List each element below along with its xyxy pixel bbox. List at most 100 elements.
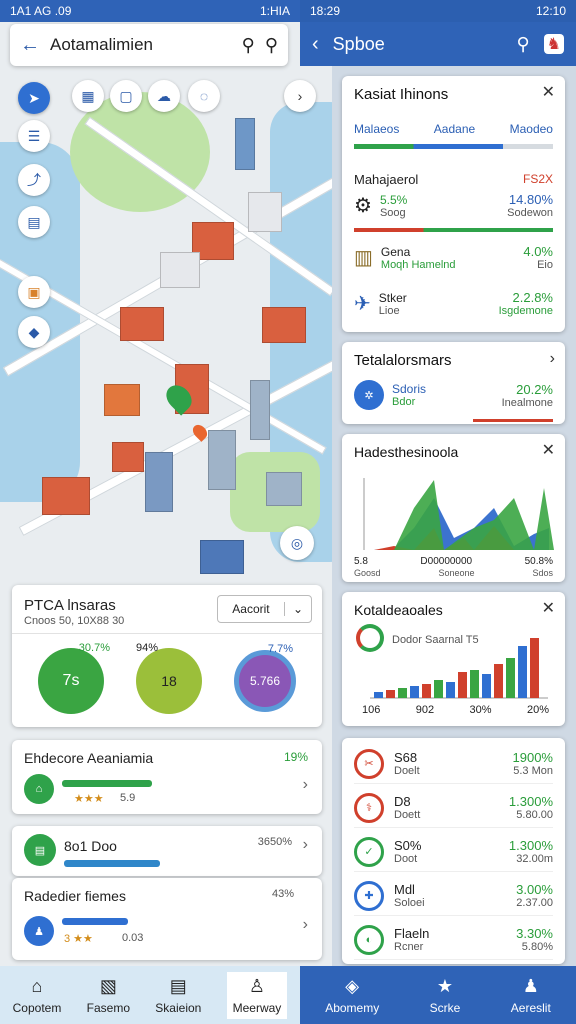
summary-card[interactable]: Tetalalorsmars › ✲ Sdoris Bdor 20.2% Ineal… [342, 342, 565, 424]
document-icon: ▤ [24, 834, 56, 866]
right-header-title: Spboe [332, 33, 385, 54]
metric-sub-value: 5.80.00 [516, 809, 553, 821]
close-icon[interactable]: ✕ [542, 598, 555, 618]
rating-number: 0.03 [122, 932, 144, 944]
list-item-title: 8o1 Doo [64, 838, 117, 854]
back-chevron-icon[interactable]: ‹ [312, 33, 319, 56]
x-label: 30% [469, 704, 492, 716]
route-icon[interactable]: ⤴ [18, 164, 50, 196]
gauge-1-label: 30.7% [78, 642, 110, 654]
calendar-icon[interactable]: ▦ [72, 80, 104, 112]
list-icon[interactable]: ☰ [18, 120, 50, 152]
status-time: 1A1 AG .09 [10, 4, 72, 18]
metric-value: 1.300% [508, 794, 553, 809]
nav-label: Skaieion [155, 1000, 202, 1015]
location-card[interactable]: PTCA lnsaras Cnoos 50, 10X88 30 Aacorit … [12, 585, 322, 727]
metric-row[interactable]: ⚕ D8 Doett 1.300% 5.80.00 [354, 788, 553, 828]
list-item-value: 43% [271, 888, 294, 900]
metric-value: 3.00% [516, 882, 553, 897]
x-sublabel: Sdos [532, 568, 553, 578]
tab-1[interactable]: Malaeos [354, 122, 399, 136]
close-icon[interactable]: ✕ [542, 82, 555, 102]
metric-row[interactable]: ✓ S0% Doot 1.300% 32.00m [354, 832, 553, 872]
building [42, 477, 90, 515]
chart-bar [518, 646, 527, 698]
nav-item-academy[interactable]: ◈ Abomemy [325, 976, 379, 1015]
sort-dropdown[interactable]: Aacorit ⌄ [217, 595, 312, 623]
metric-row[interactable]: ◐ Flaeln Rcner 3.30% 5.80% [354, 920, 553, 960]
chart-x-labels: 5.8 D00000000 50.8% [354, 556, 553, 567]
metric-value: 1.300% [508, 838, 553, 853]
stat-sub-value: Eio [537, 259, 553, 271]
search-title: Aotamalimien [50, 35, 153, 54]
building [120, 307, 164, 341]
briefcase-icon[interactable]: ▣ [18, 276, 50, 308]
bottom-nav-left: ⌂ Copotem ▧ Fasemo ▤ Skaieion ♙ Meerway [0, 966, 300, 1024]
summary-name: Sdoris [392, 382, 427, 396]
chart-bar [530, 638, 539, 698]
chevron-icon[interactable]: › [550, 350, 555, 368]
clipboard-icon[interactable]: ▤ [18, 206, 50, 238]
metric-sub: Rcner [394, 941, 424, 953]
nav-item-account[interactable]: ♟ Aereslit [511, 976, 551, 1015]
dropdown-label: Aacorit [232, 602, 270, 616]
building [235, 118, 255, 170]
tab-row: Malaeos Aadane Maodeo [354, 122, 553, 136]
document-icon[interactable]: ▢ [110, 80, 142, 112]
map-view[interactable]: ➤ ☰ ⤴ ▤ ▣ ◆ ▦ ▢ ☁ ◌ › ◎ [0, 22, 332, 966]
progress-bar [64, 860, 160, 867]
search-icon[interactable]: ⚲ [516, 34, 529, 55]
progress-bar [62, 780, 152, 787]
back-arrow-icon[interactable]: ← [20, 34, 40, 57]
metric-sub-value: 5.3 Mon [513, 765, 553, 777]
metric-row[interactable]: ✂ S68 Doelt 1900% 5.3 Mon [354, 744, 553, 784]
list-item[interactable]: Ehdecore Aeaniamia 19% ⌂ ★★★ 5.9 › [12, 740, 322, 814]
list-item-title: Ehdecore Aeaniamia [24, 750, 154, 766]
metric-sub: Doelt [394, 765, 420, 777]
search-icon-secondary[interactable]: ⚲ [265, 35, 278, 56]
stats-card[interactable]: Kasiat Ihinons ✕ Malaeos Aadane Maodeo M… [342, 76, 565, 332]
nav-label: Copotem [12, 1000, 62, 1015]
nav-item-map[interactable]: ▧ Fasemo [87, 976, 130, 1015]
tab-2[interactable]: Aadane [434, 122, 475, 136]
search-bar[interactable]: ← Aotamalimien ⚲ ⚲ [10, 24, 288, 66]
metric-icon: ⚕ [354, 792, 384, 823]
list-item[interactable]: Radedier fiemes 43% ♟ 3 ★★ 0.03 › [12, 878, 322, 960]
chart-bar [494, 664, 503, 698]
section-value: FS2X [522, 172, 553, 186]
person-icon: ♙ [248, 975, 266, 996]
nav-item-favorites[interactable]: ★ Scrke [430, 976, 461, 1015]
chart-card[interactable]: Hadesthesinoola ✕ 5.8 D00000000 50.8% Go… [342, 434, 565, 582]
metric-sub-value: 2.37.00 [516, 897, 553, 909]
metric-sub: Soloei [394, 897, 425, 909]
compass-icon[interactable]: ◎ [280, 526, 314, 560]
metric-icon: ✚ [354, 880, 384, 911]
metric-row[interactable]: ✚ Mdl Soloei 3.00% 2.37.00 [354, 876, 553, 916]
stat-sub-value: Isgdemone [498, 305, 553, 317]
stat-name: 5.5% [379, 192, 408, 207]
shield-icon[interactable]: ◆ [18, 316, 50, 348]
building [266, 472, 302, 506]
bar-x-labels: 106 902 30% 20% [362, 704, 549, 716]
close-icon[interactable]: ✕ [542, 440, 555, 460]
stat-sub: Moqh Hamelnd [380, 258, 456, 271]
nav-item-schedule[interactable]: ▤ Skaieion [155, 976, 201, 1015]
list-item[interactable]: ▤ 8o1 Doo 3650% › [12, 826, 322, 876]
chart-bar [374, 692, 383, 698]
nav-item-profile[interactable]: ♙ Meerway [226, 971, 288, 1019]
cloud-icon[interactable]: ☁ [148, 80, 180, 112]
nav-item-home[interactable]: ⌂ Copotem [13, 976, 62, 1015]
building [112, 442, 144, 472]
chevron-right-icon[interactable]: › [284, 80, 316, 112]
tab-3[interactable]: Maodeo [510, 122, 553, 136]
search-icon[interactable]: ⚲ [242, 35, 255, 56]
profile-icon[interactable]: ♞ [543, 34, 564, 54]
chat-icon[interactable]: ◌ [188, 80, 220, 112]
building [160, 252, 200, 288]
person-icon: ♟ [522, 975, 539, 996]
chevron-down-icon: ⌄ [283, 602, 311, 616]
nav-label: Aereslit [510, 1000, 551, 1015]
navigation-icon[interactable]: ➤ [18, 82, 50, 114]
x-label: 20% [526, 704, 549, 716]
bar-chart-card[interactable]: Kotaldeaoales ✕ Dodor Saarnal T5 106 902… [342, 592, 565, 726]
